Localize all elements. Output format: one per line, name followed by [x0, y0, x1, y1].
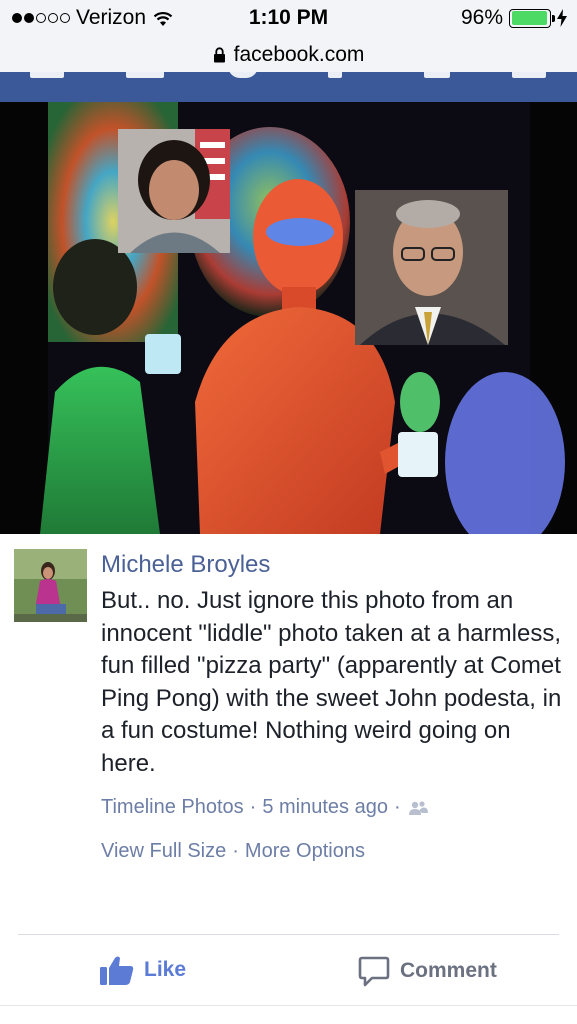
album-link[interactable]: Timeline Photos [101, 796, 244, 819]
photo-image [0, 102, 577, 534]
comment-bubble-icon [358, 956, 390, 987]
comment-button[interactable]: Comment [358, 955, 497, 987]
like-button[interactable]: Like [100, 955, 186, 985]
address-bar[interactable]: facebook.com [0, 38, 577, 72]
author-avatar[interactable] [14, 549, 87, 622]
like-label: Like [144, 958, 187, 981]
search-icon[interactable] [424, 72, 450, 78]
friends-nav-icon[interactable] [126, 72, 164, 78]
menu-icon[interactable] [512, 72, 546, 78]
meta-separator: · [393, 796, 401, 818]
home-icon[interactable] [30, 72, 64, 78]
thumbs-up-icon [100, 956, 134, 985]
notifications-icon[interactable] [328, 72, 342, 78]
link-separator: · [232, 840, 239, 862]
post-author-name[interactable]: Michele Broyles [101, 551, 270, 579]
comment-label: Comment [400, 959, 497, 982]
messenger-icon[interactable] [228, 72, 258, 78]
url-text: facebook.com [233, 43, 365, 66]
friends-icon[interactable] [407, 800, 429, 816]
lock-icon [213, 47, 225, 63]
post-photo[interactable] [0, 102, 577, 534]
post-text: But.. no. Just ignore this photo from an… [101, 587, 562, 777]
post-timestamp[interactable]: 5 minutes ago [262, 796, 388, 819]
battery-percent: 96% [460, 6, 503, 29]
meta-separator: · [249, 796, 257, 818]
post-meta: Timeline Photos · 5 minutes ago · [101, 796, 429, 819]
charging-bolt-icon [557, 9, 567, 27]
bottom-divider [0, 1005, 577, 1006]
post-links: View Full Size · More Options [101, 840, 365, 863]
battery-icon [509, 8, 555, 28]
facebook-top-nav [0, 72, 577, 102]
view-full-size-link[interactable]: View Full Size [101, 840, 226, 863]
status-bar: Verizon 1:10 PM 96% [0, 0, 577, 38]
post-actions: Like Comment [0, 935, 577, 1005]
more-options-link[interactable]: More Options [245, 840, 365, 863]
battery-group: 96% [461, 6, 567, 30]
